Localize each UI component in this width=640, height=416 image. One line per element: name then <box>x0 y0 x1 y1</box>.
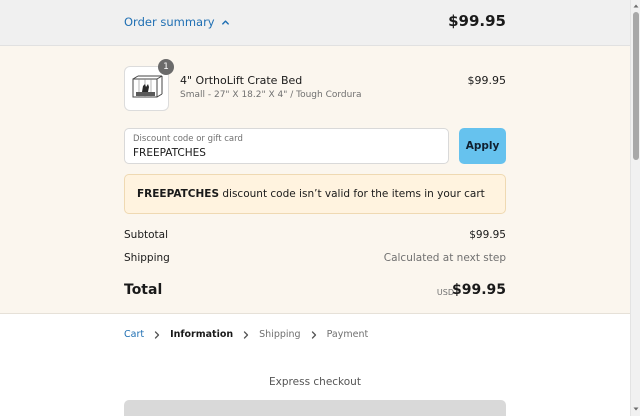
order-summary-toggle[interactable]: Order summary <box>124 15 230 29</box>
crate-bed-thumbnail <box>132 75 163 98</box>
breadcrumb-information: Information <box>170 329 234 340</box>
alert-message: discount code isn’t valid for the items … <box>219 188 485 200</box>
chevron-right-icon <box>154 330 160 339</box>
discount-code-field[interactable]: Discount code or gift card <box>124 128 449 164</box>
breadcrumb-payment: Payment <box>326 329 369 340</box>
order-summary-toggle-label: Order summary <box>124 15 215 29</box>
apply-discount-button[interactable]: Apply <box>459 128 506 164</box>
total-value: $99.95 <box>451 282 506 298</box>
scroll-down-arrow-icon[interactable] <box>633 406 639 412</box>
shipping-value: Calculated at next step <box>383 252 506 264</box>
breadcrumb: Cart Information Shipping Payment <box>124 329 368 340</box>
order-summary-panel: 1 4" OrthoLift Crate Bed Small - 27" X 1… <box>0 46 630 314</box>
express-checkout-title: Express checkout <box>269 376 361 388</box>
chevron-up-icon <box>221 19 229 25</box>
chevron-right-icon <box>243 330 249 339</box>
breadcrumb-cart[interactable]: Cart <box>124 329 144 340</box>
product-price: $99.95 <box>467 74 507 87</box>
express-checkout-button[interactable] <box>124 400 506 416</box>
scroll-up-arrow-icon[interactable] <box>633 3 639 9</box>
discount-error-alert: FREEPATCHES discount code isn’t valid fo… <box>124 174 506 214</box>
subtotal-label: Subtotal <box>124 229 168 241</box>
order-summary-bar: Order summary $99.95 <box>0 0 630 46</box>
total-label: Total <box>124 282 163 298</box>
chevron-right-icon <box>311 330 316 339</box>
discount-code-input[interactable] <box>133 147 433 159</box>
discount-code-label: Discount code or gift card <box>133 134 243 144</box>
page-scrollbar[interactable] <box>630 0 640 416</box>
quantity-badge: 1 <box>158 59 174 75</box>
order-summary-total: $99.95 <box>448 12 506 30</box>
scrollbar-thumb[interactable] <box>633 12 639 160</box>
product-variant: Small - 27" X 18.2" X 4" / Tough Cordura <box>180 90 362 100</box>
breadcrumb-shipping: Shipping <box>259 329 301 340</box>
subtotal-value: $99.95 <box>469 229 506 241</box>
alert-discount-code: FREEPATCHES <box>137 188 220 200</box>
checkout-page: Order summary $99.95 1 4" OrthoLift Crat… <box>0 0 630 416</box>
product-name: 4" OrthoLift Crate Bed <box>180 74 303 87</box>
shipping-label: Shipping <box>124 252 170 264</box>
